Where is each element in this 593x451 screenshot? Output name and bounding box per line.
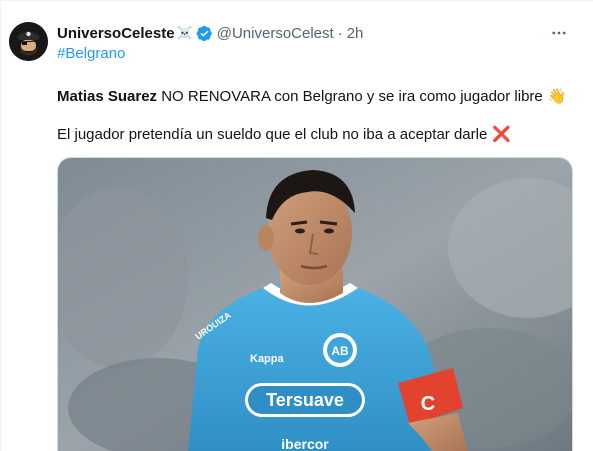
user-handle[interactable]: @UniversoCelest	[217, 25, 334, 42]
tweet[interactable]: UniversoCeleste ☠️ @UniversoCelest · 2h …	[0, 0, 593, 451]
tweet-header: UniversoCeleste ☠️ @UniversoCelest · 2h	[57, 23, 363, 43]
crest-letters: AB	[331, 344, 349, 358]
separator-dot: ·	[337, 24, 343, 42]
more-options-button[interactable]	[547, 23, 571, 43]
player-name: Matias Suarez	[57, 87, 158, 105]
timestamp[interactable]: 2h	[347, 25, 364, 42]
tweet-text-line-1: Matias Suarez NO RENOVARA con Belgrano y…	[57, 87, 567, 106]
cross-mark-icon: ❌	[492, 126, 511, 143]
waving-hand-icon: 👋	[547, 88, 567, 105]
tweet-text-line-2: El jugador pretendía un sueldo que el cl…	[57, 125, 511, 144]
verified-badge-icon	[196, 25, 212, 41]
display-name[interactable]: UniversoCeleste	[57, 25, 175, 42]
captain-band: C	[421, 393, 435, 415]
hashtag-link[interactable]: #Belgrano	[57, 45, 125, 62]
more-icon	[552, 31, 566, 35]
tweet-text-line-2-text: El jugador pretendía un sueldo que el cl…	[57, 125, 488, 143]
lower-sponsor: ibercor	[281, 436, 329, 451]
skull-emoji-icon: ☠️	[176, 25, 193, 40]
tweet-media-photo[interactable]: AB Kappa UROUIZA Tersuave ibercor C	[57, 157, 573, 451]
pirate-avatar-icon	[9, 22, 48, 61]
player-photo: AB Kappa UROUIZA Tersuave ibercor C	[58, 158, 572, 451]
jersey-sponsor: Tersuave	[266, 390, 344, 410]
kappa-logo: Kappa	[250, 353, 285, 365]
avatar[interactable]	[9, 22, 48, 61]
tweet-text-line-1-rest: NO RENOVARA con Belgrano y se ira como j…	[157, 87, 543, 105]
